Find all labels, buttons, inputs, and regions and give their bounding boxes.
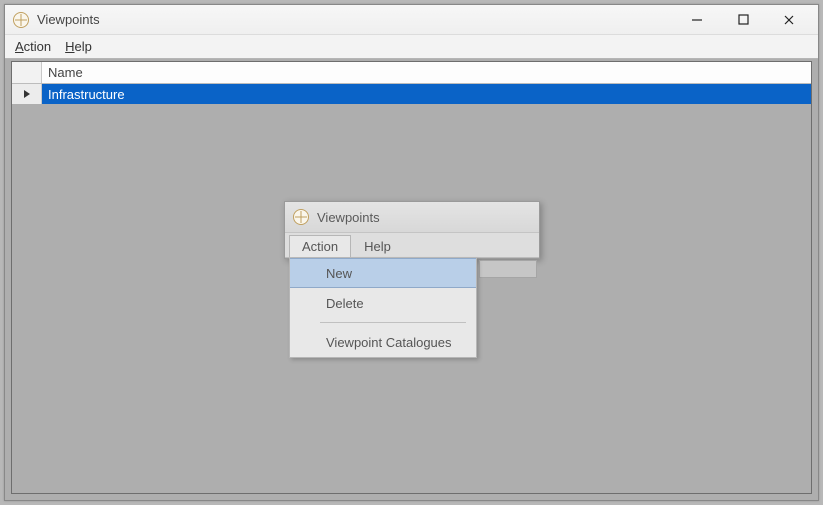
cell-name[interactable]: Infrastructure <box>42 84 811 104</box>
menubar: Action Help <box>5 35 818 59</box>
popup-client-area <box>479 260 537 278</box>
popup-menu-action[interactable]: Action <box>289 235 351 257</box>
minimize-icon <box>691 14 703 26</box>
table-row[interactable]: Infrastructure <box>12 84 811 104</box>
menu-item-delete[interactable]: Delete <box>290 288 476 318</box>
row-current-icon <box>23 90 31 98</box>
minimize-button[interactable] <box>674 6 720 34</box>
grid-header-gutter[interactable] <box>12 62 42 83</box>
titlebar: Viewpoints <box>5 5 818 35</box>
close-icon <box>783 14 795 26</box>
window-controls <box>674 6 812 34</box>
close-button[interactable] <box>766 6 812 34</box>
popup-title: Viewpoints <box>317 210 380 225</box>
grid-column-name[interactable]: Name <box>42 62 811 83</box>
menu-item-new[interactable]: New <box>290 258 476 288</box>
menu-item-viewpoint-catalogues[interactable]: Viewpoint Catalogues <box>290 327 476 357</box>
app-icon <box>293 209 309 225</box>
maximize-icon <box>738 14 749 25</box>
menu-separator <box>320 322 466 323</box>
window-title: Viewpoints <box>37 12 100 27</box>
popup-menubar: Action Help <box>285 232 539 258</box>
menu-help[interactable]: Help <box>65 39 92 54</box>
popup-menu-help[interactable]: Help <box>351 235 404 257</box>
popup-titlebar: Viewpoints <box>285 202 539 232</box>
app-icon <box>13 12 29 28</box>
grid-body: Infrastructure <box>12 84 811 104</box>
row-indicator[interactable] <box>12 84 42 104</box>
popup-window: Viewpoints Action Help New Delete Viewpo… <box>284 201 540 259</box>
grid-header: Name <box>12 62 811 84</box>
maximize-button[interactable] <box>720 6 766 34</box>
menu-action[interactable]: Action <box>15 39 51 54</box>
action-dropdown: New Delete Viewpoint Catalogues <box>289 258 477 358</box>
